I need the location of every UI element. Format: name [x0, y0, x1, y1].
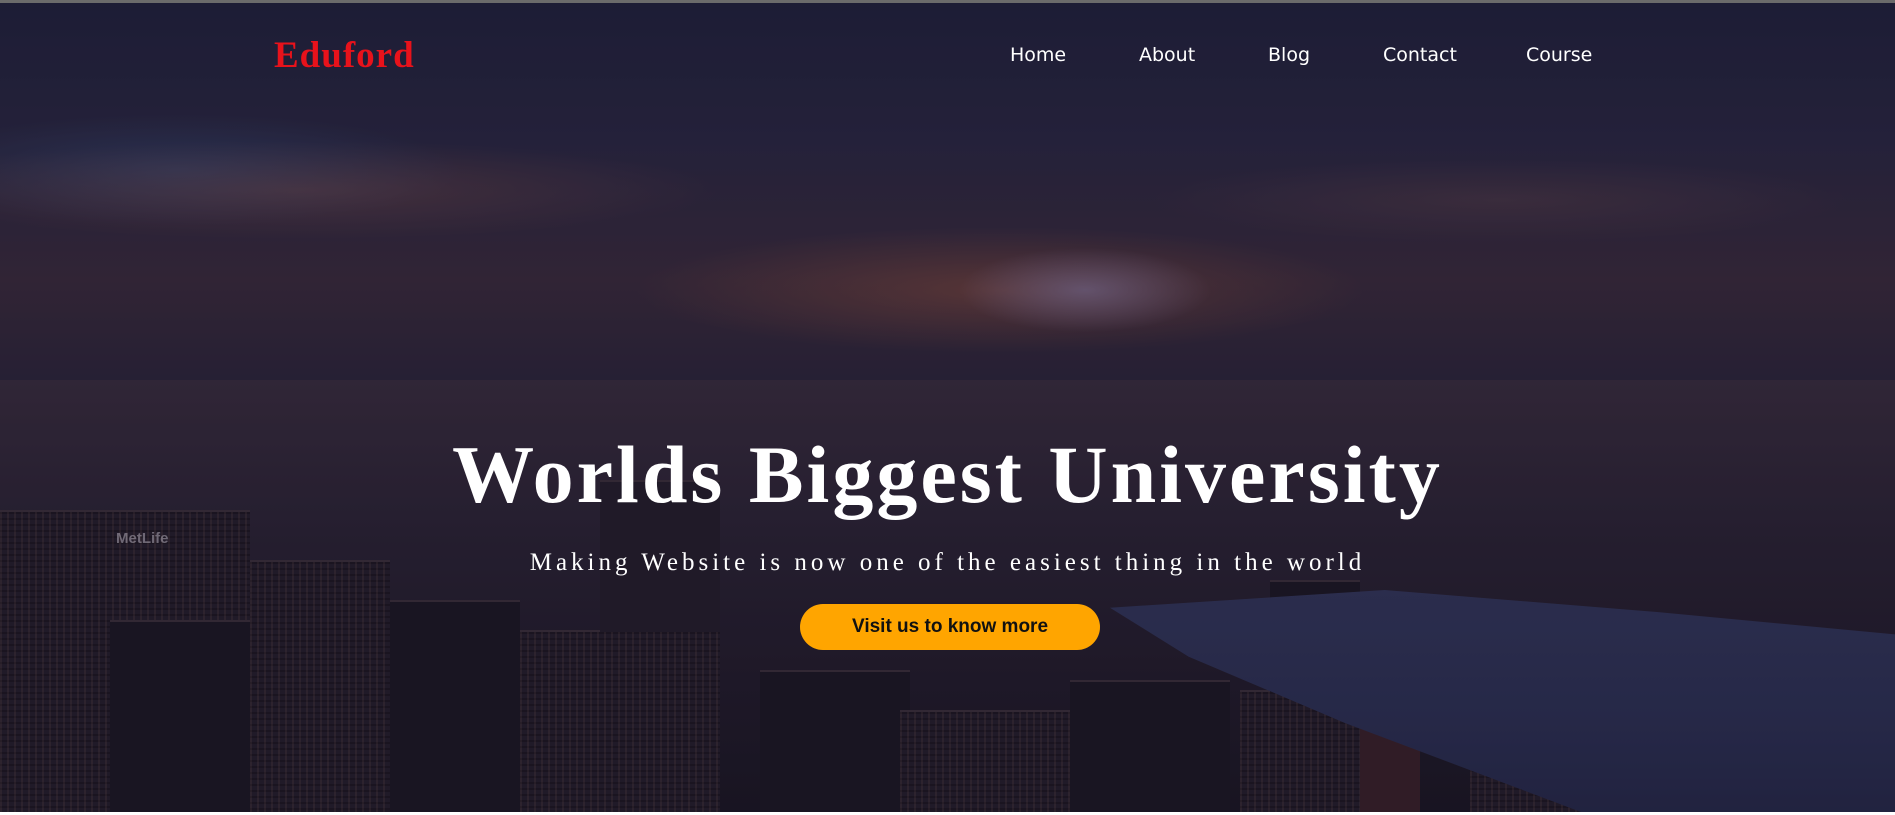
hero-title: Worlds Biggest University — [452, 429, 1443, 520]
nav-link-blog[interactable]: Blog — [1268, 44, 1310, 66]
top-border — [0, 0, 1895, 3]
nav-link-home[interactable]: Home — [1010, 44, 1066, 66]
nav-link-course[interactable]: Course — [1526, 44, 1592, 66]
hero-overlay — [0, 0, 1895, 812]
hero-section: MetLife Eduford Home About Blog Contact … — [0, 0, 1895, 812]
visit-us-button[interactable]: Visit us to know more — [800, 604, 1100, 650]
main-nav: Home About Blog Contact Course — [0, 44, 1895, 70]
nav-link-contact[interactable]: Contact — [1383, 44, 1457, 66]
hero-subtitle: Making Website is now one of the easiest… — [529, 549, 1366, 576]
nav-link-about[interactable]: About — [1139, 44, 1195, 66]
